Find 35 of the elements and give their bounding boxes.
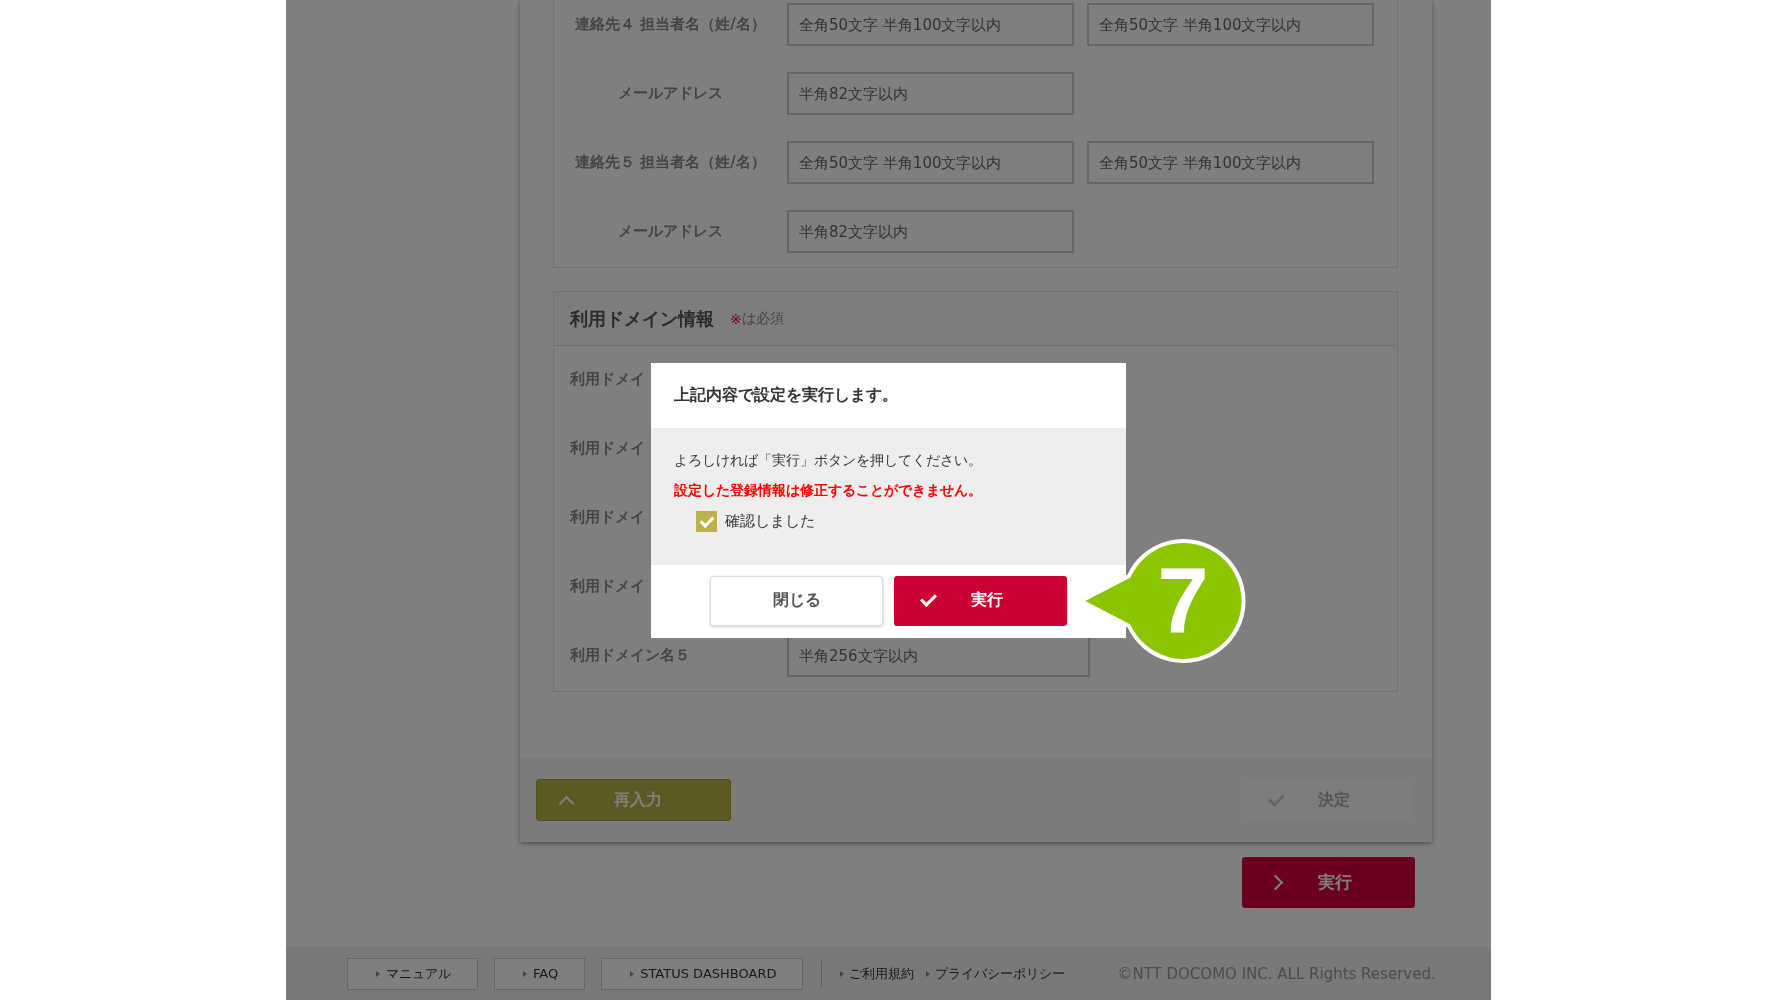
- input-field[interactable]: 全角50文字 半角100文字以内: [1087, 141, 1374, 184]
- dialog-title: 上記内容で設定を実行します。: [674, 385, 898, 406]
- footer-link[interactable]: STATUS DASHBOARD: [601, 957, 804, 990]
- field-label: メールアドレス: [618, 84, 723, 103]
- footer-link[interactable]: プライバシーポリシー: [926, 964, 1066, 983]
- field-label: 利用ドメイ: [570, 508, 645, 527]
- required-note: は必須: [741, 309, 784, 328]
- footer-link[interactable]: FAQ: [494, 957, 586, 990]
- input-field[interactable]: 全角50文字 半角100文字以内: [787, 141, 1074, 184]
- footer-link[interactable]: マニュアル: [347, 957, 478, 990]
- dialog-message: よろしければ「実行」ボタンを押してください。: [674, 452, 983, 470]
- field-label: 利用ドメイ: [570, 370, 645, 389]
- input-field[interactable]: 半角82文字以内: [787, 72, 1074, 115]
- confirm-checkbox[interactable]: 確認しました: [696, 511, 1103, 532]
- triangle-icon: [840, 970, 845, 977]
- input-field[interactable]: 半角82文字以内: [787, 210, 1074, 253]
- execute-button[interactable]: 実行: [1242, 857, 1415, 908]
- footer-link[interactable]: ご利用規約: [840, 964, 915, 983]
- triangle-icon: [630, 970, 635, 977]
- field-label: 連絡先５ 担当者名（姓/名）: [575, 153, 766, 172]
- field-label: 利用ドメイ: [570, 577, 645, 596]
- triangle-icon: [926, 970, 931, 977]
- field-label: 連絡先４ 担当者名（姓/名）: [575, 15, 766, 34]
- close-button[interactable]: 閉じる: [710, 575, 883, 626]
- input-field[interactable]: 全角50文字 半角100文字以内: [787, 3, 1074, 46]
- triangle-icon: [376, 970, 380, 977]
- field-label: 利用ドメイ: [570, 439, 645, 458]
- field-label: メールアドレス: [618, 222, 723, 241]
- input-field[interactable]: 全角50文字 半角100文字以内: [1087, 3, 1374, 46]
- required-mark: ※: [730, 310, 742, 327]
- warning-message: 設定した登録情報は修正することができません。: [674, 482, 983, 500]
- section-title: 利用ドメイン情報: [570, 306, 714, 331]
- field-label: 利用ドメイン名５: [570, 646, 690, 665]
- execute-button[interactable]: 実行: [894, 575, 1067, 626]
- triangle-icon: [523, 970, 527, 977]
